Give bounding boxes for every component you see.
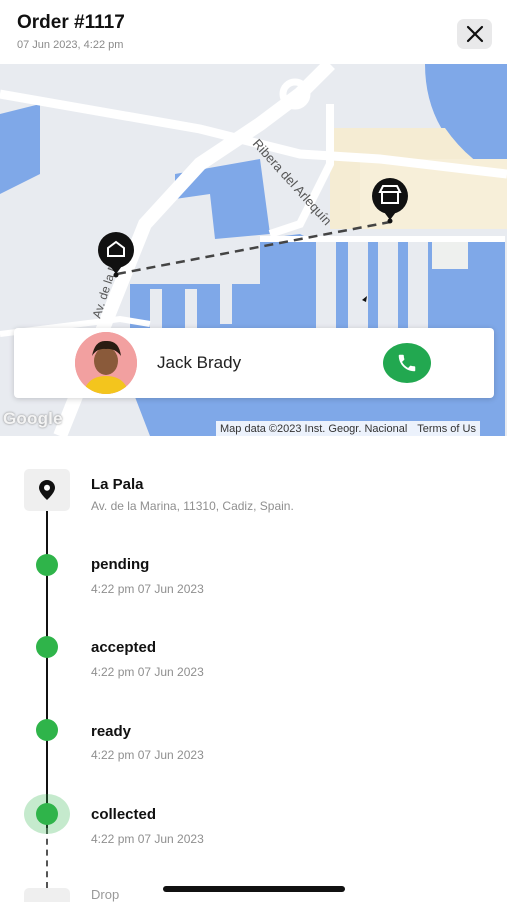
order-title: Order #1117	[17, 12, 125, 33]
location-address: Av. de la Marina, 11310, Cadiz, Spain.	[91, 499, 294, 513]
map-attribution: Map data ©2023 Inst. Geogr. Nacional Ter…	[216, 421, 480, 436]
step-time: 4:22 pm 07 Jun 2023	[91, 665, 204, 679]
timeline-line-pending	[46, 828, 48, 888]
step-status: ready	[91, 723, 132, 740]
step-dot-accepted	[36, 636, 58, 658]
location-name: La Pala	[91, 476, 144, 493]
step-time: 4:22 pm 07 Jun 2023	[91, 582, 204, 596]
location-pin-icon	[39, 480, 55, 500]
courier-name: Jack Brady	[157, 353, 242, 372]
terms-link[interactable]: Terms of Us	[417, 423, 476, 435]
step-status: accepted	[91, 639, 157, 656]
google-logo: Google	[3, 409, 63, 428]
step-status: pending	[91, 556, 150, 573]
call-button[interactable]	[383, 343, 431, 383]
order-date: 07 Jun 2023, 4:22 pm	[17, 39, 124, 51]
location-badge	[24, 469, 70, 511]
map-data-text: Map data ©2023 Inst. Geogr. Nacional	[220, 423, 408, 435]
home-indicator[interactable]	[163, 886, 345, 892]
order-timeline: La Pala Av. de la Marina, 11310, Cadiz, …	[0, 436, 507, 902]
avatar	[75, 332, 137, 394]
step-dot-pending	[36, 554, 58, 576]
step-dot-ready	[36, 719, 58, 741]
close-icon	[466, 25, 483, 43]
phone-icon	[398, 354, 416, 372]
close-button[interactable]	[457, 19, 492, 49]
step-status: collected	[91, 806, 157, 823]
step-time: 4:22 pm 07 Jun 2023	[91, 748, 204, 762]
timeline-line	[46, 498, 48, 828]
step-time: 4:22 pm 07 Jun 2023	[91, 832, 204, 846]
courier-card: Jack Brady	[14, 328, 494, 398]
order-header: Order #1117 07 Jun 2023, 4:22 pm	[0, 0, 507, 64]
step-dot-collected	[36, 803, 58, 825]
